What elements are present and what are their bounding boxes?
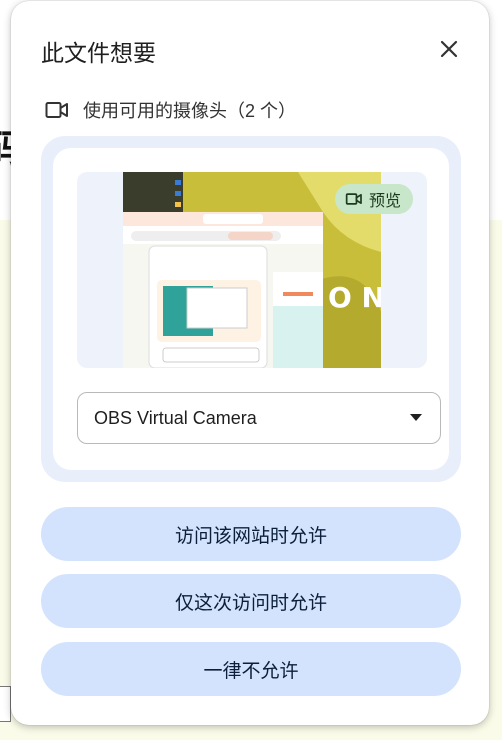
camera-preview: O N 预览 [77,172,427,368]
preview-badge: 预览 [335,184,414,214]
camera-select-value: OBS Virtual Camera [94,407,257,428]
videocam-icon [45,102,68,118]
camera-panel-inner: O N 预览 OBS Virtual Camera [53,148,449,470]
allow-on-site-button[interactable]: 访问该网站时允许 [41,507,461,561]
preview-label: 预览 [369,193,402,210]
svg-text:O N: O N [328,281,381,314]
permission-dialog: 此文件想要 使用可用的摄像头（2 个） O N 预览 OBS Virtual C… [11,1,489,725]
camera-select[interactable]: OBS Virtual Camera [77,392,441,444]
allow-once-button[interactable]: 仅这次访问时允许 [41,574,461,628]
close-icon [440,40,458,58]
videocam-icon [345,193,362,205]
camera-panel: O N 预览 OBS Virtual Camera [41,136,461,482]
dialog-title: 此文件想要 [41,40,156,66]
dropdown-caret-icon [410,414,422,421]
close-button[interactable] [437,37,461,61]
background-input-edge [0,686,11,722]
never-allow-button[interactable]: 一律不允许 [41,642,461,696]
camera-permission-text: 使用可用的摄像头（2 个） [83,101,297,121]
camera-permission-row: 使用可用的摄像头（2 个） [45,97,296,123]
